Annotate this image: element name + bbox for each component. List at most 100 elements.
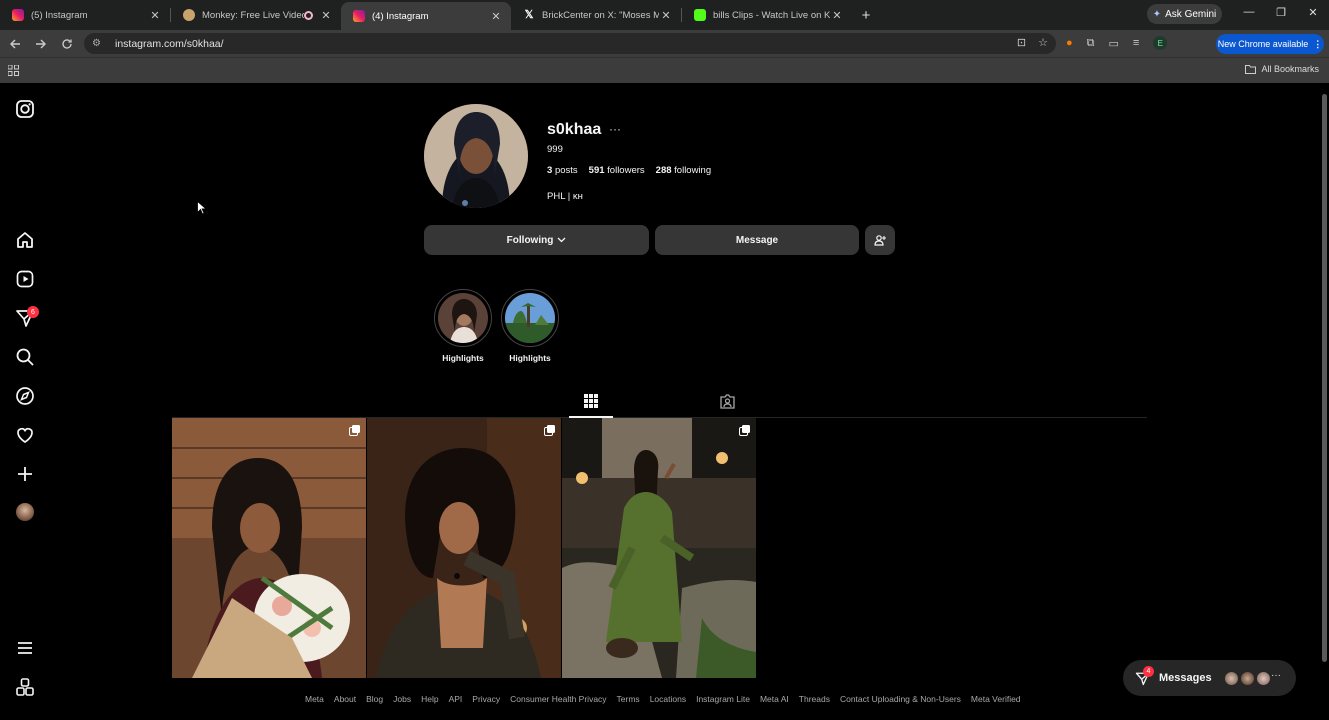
close-icon[interactable]: ✕ [148,9,162,22]
footer-link[interactable]: API [449,694,463,704]
install-app-icon[interactable]: ⊡ [1017,36,1026,49]
carousel-icon [739,425,750,436]
toolbar: ⚙ instagram.com/s0khaa/ ⊡ ☆ ● ⧉ ▭ ≡ E Ne… [0,30,1329,57]
update-label: New Chrome available [1217,39,1309,49]
all-bookmarks-label: All Bookmarks [1261,64,1319,74]
tab-x-brickcenter[interactable]: 𝕏 BrickCenter on X: "Moses Moo ✕ [511,2,681,28]
followers-label: followers [607,165,645,176]
profile-options-icon[interactable]: ··· [609,122,621,136]
forward-icon[interactable] [29,32,53,56]
tab-kick[interactable]: bills Clips - Watch Live on Kick ✕ [682,2,852,28]
post-thumbnail[interactable] [367,418,561,678]
footer-link[interactable]: Instagram Lite [696,694,750,704]
footer-link[interactable]: Terms [617,694,640,704]
address-bar[interactable]: ⚙ instagram.com/s0khaa/ ⊡ ☆ [84,33,1056,54]
close-icon[interactable]: ✕ [659,9,673,22]
tagged-tab-icon[interactable] [720,394,735,409]
extensions-puzzle-icon[interactable]: ⧉ [1087,37,1095,50]
highlight-cover [505,293,555,343]
footer-link[interactable]: Threads [799,694,830,704]
footer-link[interactable]: Consumer Health Privacy [510,694,606,704]
close-icon[interactable]: ✕ [489,10,503,23]
footer-links: Meta About Blog Jobs Help API Privacy Co… [305,694,1021,704]
message-button-label: Message [735,234,779,246]
x-logo-icon: 𝕏 [524,9,534,21]
footer-link[interactable]: Blog [366,694,383,704]
followers-link[interactable]: 591 followers [589,165,645,176]
hamburger-menu-icon[interactable] [15,638,35,658]
media-control-icon[interactable]: ≡ [1133,37,1139,49]
new-tab-button[interactable]: + [852,2,880,28]
posts-stat: 3 posts [547,165,578,176]
avatar [1240,671,1255,686]
bookmark-star-icon[interactable]: ☆ [1038,36,1048,49]
tab-instagram-4[interactable]: (4) Instagram ✕ [341,2,511,30]
footer-link[interactable]: About [334,694,356,704]
window-close-icon[interactable]: ✕ [1303,6,1323,19]
highlight-cover [438,293,488,343]
reload-icon[interactable] [55,32,79,56]
message-button[interactable]: Message [655,225,859,255]
footer-link[interactable]: Meta Verified [971,694,1021,704]
tab-instagram-5[interactable]: (5) Instagram ✕ [0,2,170,28]
post-thumbnail[interactable] [172,418,366,678]
create-plus-icon[interactable] [15,464,35,484]
extension-orange-icon[interactable]: ● [1066,37,1073,49]
posts-grid-tab-icon[interactable] [584,394,598,408]
reels-icon[interactable] [15,269,35,289]
gemini-spark-icon: ✦ [1152,8,1162,20]
messages-widget[interactable]: 4 Messages ··· [1123,660,1296,696]
profile-bio: PHL | ĸн [547,191,583,202]
instagram-logo-icon[interactable] [15,99,35,119]
all-bookmarks-button[interactable]: All Bookmarks [1245,64,1319,74]
footer-link[interactable]: Help [421,694,438,704]
close-icon[interactable]: ✕ [830,9,844,22]
following-button[interactable]: Following [424,225,649,255]
tab-title: (5) Instagram [31,9,88,21]
posts-grid [172,418,756,678]
footer-link[interactable]: Privacy [472,694,500,704]
notification-badge: 6 [27,306,39,318]
explore-compass-icon[interactable] [15,386,35,406]
site-settings-icon[interactable]: ⚙ [92,38,106,49]
following-count: 288 [655,165,672,176]
footer-link[interactable]: Jobs [393,694,411,704]
profile-avatar[interactable] [16,503,34,521]
footer-link[interactable]: Meta AI [760,694,789,704]
more-icon: ··· [1271,670,1281,681]
side-panel-icon[interactable]: ▭ [1109,37,1119,50]
post-thumbnail[interactable] [562,418,756,678]
instagram-page: 6 s0khaa ··· 999 3 posts 591 followers 2… [0,84,1329,720]
apps-grid-icon[interactable] [8,65,19,76]
tab-title: BrickCenter on X: "Moses Moo [542,9,659,21]
footer-link[interactable]: Locations [650,694,686,704]
home-icon[interactable] [15,230,35,250]
footer-link[interactable]: Contact Uploading & Non-Users [840,694,961,704]
close-icon[interactable]: ✕ [319,9,333,22]
back-icon[interactable] [3,32,27,56]
also-from-meta-icon[interactable] [15,677,35,697]
profile-stats: 3 posts 591 followers 288 following [547,165,711,176]
kick-favicon-icon [694,9,706,21]
highlight-label: Highlights [442,353,484,363]
tab-strip: (5) Instagram ✕ Monkey: Free Live Video … [0,0,1329,30]
page-scrollbar[interactable] [1322,94,1327,662]
minimize-icon[interactable]: — [1239,6,1259,18]
profile-avatar[interactable]: E [1153,36,1168,50]
suggested-users-button[interactable] [865,225,895,255]
following-link[interactable]: 288 following [656,165,711,176]
highlight-ring [434,289,492,347]
profile-picture[interactable] [424,104,528,208]
highlight-item[interactable]: Highlights [434,289,492,363]
search-icon[interactable] [15,347,35,367]
carousel-icon [349,425,360,436]
restore-icon[interactable]: ❐ [1271,6,1291,19]
tab-monkey[interactable]: Monkey: Free Live Video Ch ✕ [171,2,341,28]
footer-link[interactable]: Meta [305,694,324,704]
update-chrome-button[interactable]: New Chrome available ⋮ [1216,34,1324,54]
ask-gemini-button[interactable]: ✦ Ask Gemini [1147,4,1222,24]
carousel-icon [544,425,555,436]
heart-icon[interactable] [15,425,35,445]
highlight-item[interactable]: Highlights [501,289,559,363]
recording-icon [304,10,313,20]
